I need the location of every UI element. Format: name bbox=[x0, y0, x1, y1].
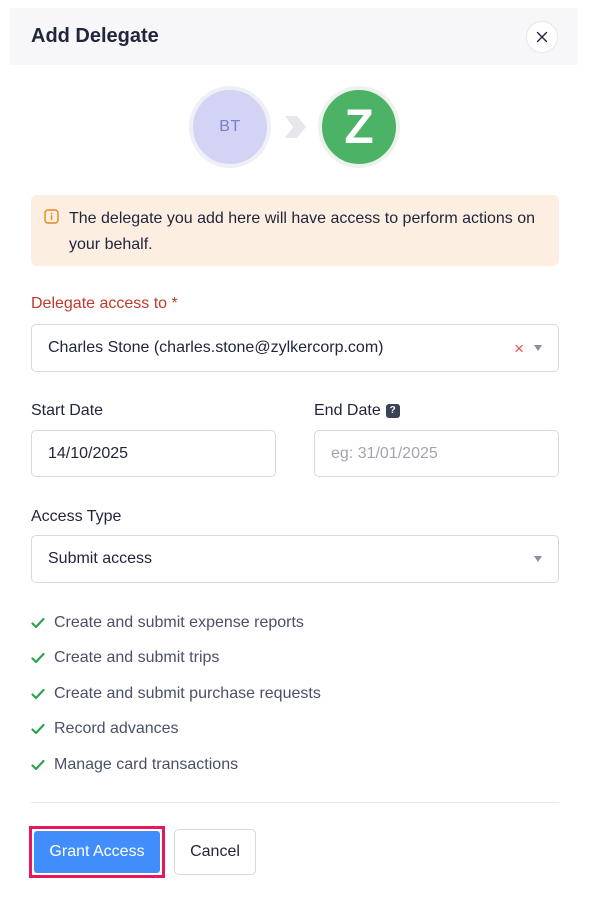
permission-list: Create and submit expense reports Create… bbox=[31, 605, 551, 783]
permission-text: Create and submit purchase requests bbox=[54, 684, 321, 702]
end-date-label: End Date? bbox=[314, 402, 400, 420]
check-icon bbox=[31, 724, 45, 735]
end-date-field[interactable] bbox=[314, 430, 559, 477]
start-date-label: Start Date bbox=[31, 402, 104, 419]
footer-divider bbox=[31, 802, 559, 803]
start-date-field[interactable] bbox=[31, 430, 276, 477]
delegation-avatars: BT Z bbox=[0, 86, 596, 168]
check-icon bbox=[31, 759, 45, 770]
access-type-select[interactable]: Submit access bbox=[31, 535, 559, 583]
check-icon bbox=[31, 653, 45, 664]
delegate-label: Delegate access to * bbox=[31, 295, 178, 312]
list-item: Create and submit expense reports bbox=[31, 605, 551, 641]
cancel-button[interactable]: Cancel bbox=[174, 829, 256, 875]
permission-text: Create and submit trips bbox=[54, 649, 220, 667]
arrow-right-icon bbox=[285, 116, 306, 138]
permission-text: Manage card transactions bbox=[54, 755, 239, 773]
delegate-logo: Z bbox=[318, 86, 400, 168]
check-icon bbox=[31, 688, 45, 699]
info-banner: The delegate you add here will have acce… bbox=[31, 195, 559, 266]
start-date-input[interactable] bbox=[48, 431, 259, 476]
permission-text: Record advances bbox=[54, 720, 179, 738]
list-item: Create and submit purchase requests bbox=[31, 676, 551, 712]
list-item: Create and submit trips bbox=[31, 641, 551, 677]
check-icon bbox=[31, 617, 45, 628]
list-item: Record advances bbox=[31, 712, 551, 748]
delegate-select[interactable]: Charles Stone (charles.stone@zylkercorp.… bbox=[31, 324, 559, 372]
access-type-label: Access Type bbox=[31, 508, 122, 525]
grant-access-button[interactable]: Grant Access bbox=[34, 831, 160, 873]
delegate-value: Charles Stone (charles.stone@zylkercorp.… bbox=[48, 339, 384, 356]
help-icon[interactable]: ? bbox=[385, 404, 400, 418]
grant-access-highlight: Grant Access bbox=[29, 826, 165, 878]
list-item: Manage card transactions bbox=[31, 747, 551, 783]
info-icon bbox=[44, 209, 59, 224]
clear-selection-icon[interactable]: × bbox=[514, 340, 524, 357]
add-delegate-dialog: Add Delegate BT Z The delegate you add h… bbox=[0, 0, 596, 898]
dialog-header: Add Delegate bbox=[10, 8, 578, 65]
user-initials: BT bbox=[219, 118, 241, 135]
end-date-input[interactable] bbox=[331, 431, 542, 476]
svg-text:Z: Z bbox=[344, 103, 373, 151]
close-button[interactable] bbox=[526, 20, 558, 53]
info-text: The delegate you add here will have acce… bbox=[69, 210, 536, 253]
access-type-value: Submit access bbox=[48, 550, 153, 567]
permission-text: Create and submit expense reports bbox=[54, 613, 304, 631]
required-asterisk: * bbox=[171, 295, 178, 312]
dialog-title: Add Delegate bbox=[31, 25, 159, 47]
user-avatar: BT bbox=[189, 86, 271, 168]
zoho-expense-logo: Z bbox=[344, 103, 373, 151]
close-icon bbox=[536, 31, 548, 42]
chevron-down-icon bbox=[534, 556, 542, 562]
chevron-down-icon bbox=[534, 345, 542, 351]
